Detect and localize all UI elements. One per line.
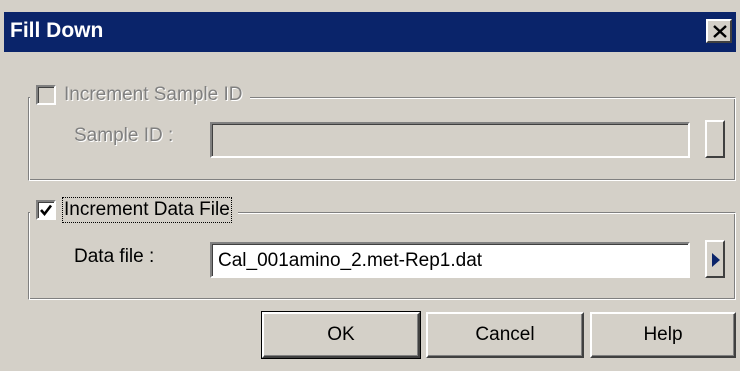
- data-file-label: Data file :: [74, 246, 155, 267]
- arrow-right-icon: [712, 253, 720, 267]
- increment-sample-id-label: Increment Sample ID: [64, 84, 243, 105]
- help-button[interactable]: Help: [590, 312, 736, 358]
- cancel-button[interactable]: Cancel: [426, 312, 584, 358]
- sample-id-browse-button[interactable]: [705, 120, 725, 158]
- ok-button[interactable]: OK: [261, 311, 421, 359]
- data-file-field[interactable]: Cal_001amino_2.met-Rep1.dat: [210, 242, 690, 278]
- title-bar[interactable]: Fill Down: [4, 12, 736, 52]
- increment-sample-id-checkbox[interactable]: [36, 85, 56, 105]
- sample-id-group-legend: Increment Sample ID: [30, 81, 251, 109]
- data-file-menu-button[interactable]: [705, 240, 725, 278]
- fill-down-dialog: Fill Down Increment Sample ID Sample ID …: [0, 0, 740, 371]
- increment-data-file-label: Increment Data File: [62, 197, 232, 223]
- data-file-group-legend: Increment Data File: [30, 196, 238, 224]
- sample-id-field[interactable]: [210, 122, 690, 158]
- window-title: Fill Down: [10, 19, 104, 42]
- close-button[interactable]: [706, 19, 732, 43]
- close-icon: [713, 25, 727, 38]
- increment-data-file-checkbox[interactable]: [36, 200, 56, 220]
- sample-id-label: Sample ID :: [74, 125, 174, 146]
- checkmark-icon: [40, 204, 53, 217]
